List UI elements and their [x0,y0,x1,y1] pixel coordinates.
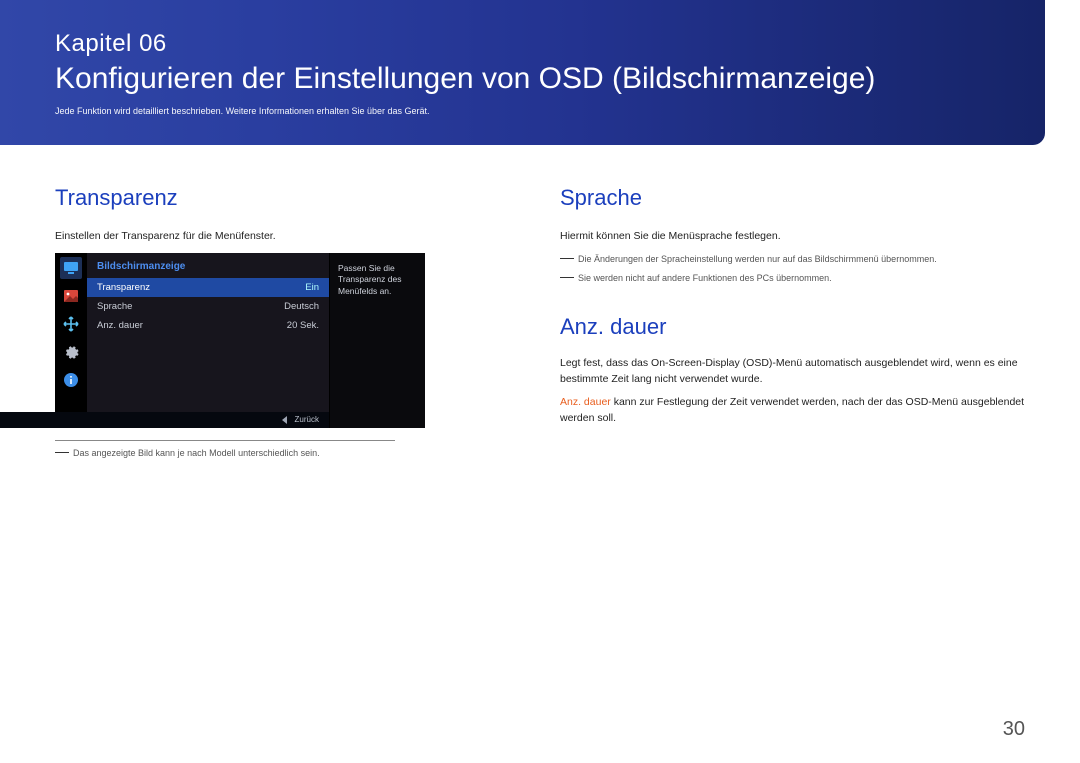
footnote-separator [55,440,395,441]
dash-icon [55,452,69,453]
page-number: 30 [1003,718,1025,741]
anzdauer-highlight-line: Anz. dauer kann zur Festlegung der Zeit … [560,395,1025,427]
osd-row-value: Ein [305,282,319,293]
osd-sidebar [55,253,87,428]
section-heading-sprache: Sprache [560,185,1025,211]
sprache-note-2: Sie werden nicht auf andere Funktionen d… [560,272,1025,286]
chapter-number: 06 [139,30,167,57]
osd-footer: Zurück [0,412,329,428]
footnote-text: Das angezeigte Bild kann je nach Modell … [73,447,320,461]
anzdauer-term: Anz. dauer [560,396,611,408]
sprache-description: Hiermit können Sie die Menüsprache festl… [560,229,1025,245]
move-icon [60,313,82,335]
note-text: Die Änderungen der Spracheinstellung wer… [578,253,937,267]
picture-icon [60,285,82,307]
osd-row-value: Deutsch [284,301,319,312]
content-body: Transparenz Einstellen der Transparenz f… [0,145,1080,460]
manual-page: Kapitel 06 Konfigurieren der Einstellung… [0,0,1080,763]
sprache-note-1: Die Änderungen der Spracheinstellung wer… [560,253,1025,267]
osd-row-transparenz[interactable]: Transparenz Ein [87,278,329,297]
osd-menu-panel: Bildschirmanzeige Transparenz Ein Sprach… [87,253,329,428]
transparenz-description: Einstellen der Transparenz für die Menüf… [55,229,520,245]
osd-main: Bildschirmanzeige Transparenz Ein Sprach… [87,253,425,428]
chapter-label-line: Kapitel 06 [55,30,990,58]
note-text: Sie werden nicht auf andere Funktionen d… [578,272,832,286]
chapter-header: Kapitel 06 Konfigurieren der Einstellung… [0,0,1045,145]
page-subtitle: Jede Funktion wird detailliert beschrieb… [55,106,990,116]
osd-menu-title: Bildschirmanzeige [87,253,329,278]
section-heading-transparenz: Transparenz [55,185,520,211]
left-column: Transparenz Einstellen der Transparenz f… [55,185,520,460]
osd-help-panel: Passen Sie die Transparenz des Menüfelds… [329,253,425,428]
osd-row-label: Transparenz [97,282,150,293]
anzdauer-description: Legt fest, dass das On-Screen-Display (O… [560,356,1025,388]
info-icon [60,369,82,391]
dash-icon [560,277,574,278]
anzdauer-rest: kann zur Festlegung der Zeit verwendet w… [560,396,1024,424]
chapter-label: Kapitel [55,30,132,57]
right-column: Sprache Hiermit können Sie die Menüsprac… [560,185,1025,460]
osd-row-anzdauer[interactable]: Anz. dauer 20 Sek. [87,316,329,335]
back-arrow-icon [282,416,287,424]
gear-icon [60,341,82,363]
osd-row-value: 20 Sek. [287,320,319,331]
section-heading-anzdauer: Anz. dauer [560,314,1025,340]
footnote-transparenz: Das angezeigte Bild kann je nach Modell … [55,447,520,461]
osd-screenshot: Bildschirmanzeige Transparenz Ein Sprach… [55,253,425,428]
dash-icon [560,258,574,259]
osd-back-label[interactable]: Zurück [295,415,319,424]
monitor-icon [60,257,82,279]
osd-row-sprache[interactable]: Sprache Deutsch [87,297,329,316]
page-title: Konfigurieren der Einstellungen von OSD … [55,62,990,96]
osd-row-label: Anz. dauer [97,320,143,331]
osd-row-label: Sprache [97,301,132,312]
